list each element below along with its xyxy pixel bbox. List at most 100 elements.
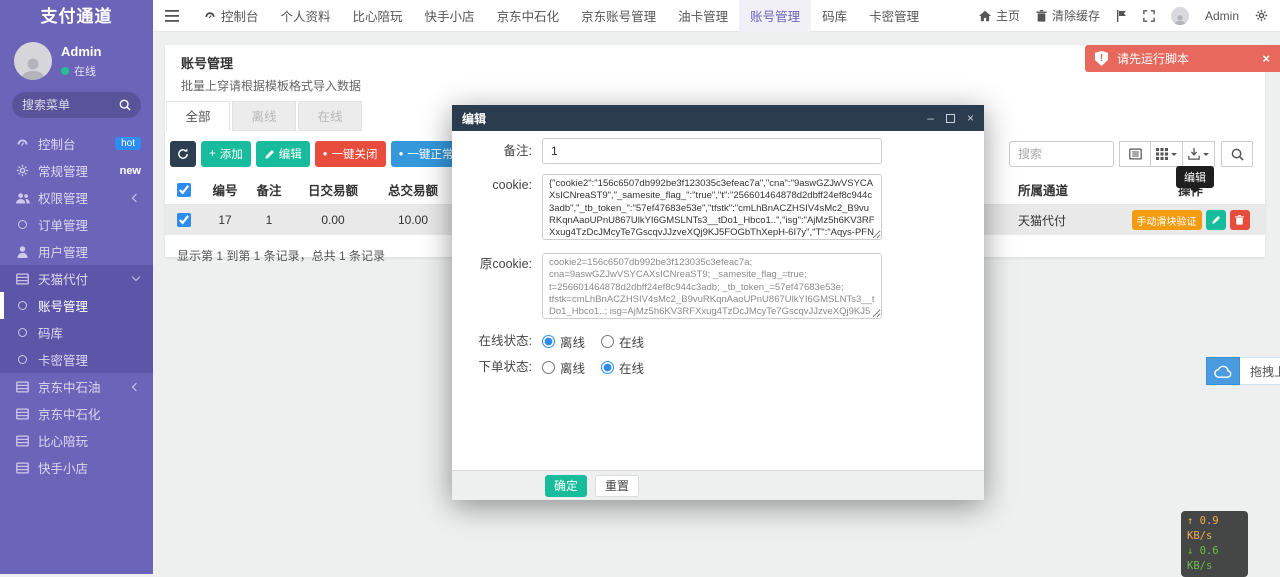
- radio-offline[interactable]: [542, 335, 555, 348]
- export-button[interactable]: [1183, 141, 1215, 167]
- nav-item-fuelcard[interactable]: 油卡管理: [667, 0, 739, 32]
- users-icon: [15, 192, 30, 204]
- window-controls: – ×: [927, 112, 974, 124]
- maximize-icon[interactable]: [946, 114, 955, 123]
- online-status-offline-option[interactable]: 离线: [542, 332, 585, 351]
- nav-item-label: 码库: [822, 6, 847, 25]
- column-header-id[interactable]: 编号: [205, 180, 245, 199]
- nav-item-jd-account[interactable]: 京东账号管理: [570, 0, 667, 32]
- nav-item-cardkey[interactable]: 卡密管理: [858, 0, 930, 32]
- topbar-username[interactable]: Admin: [1205, 9, 1239, 23]
- sidebar-item-jd-sinopec-oil[interactable]: 京东中石油: [0, 373, 153, 400]
- sidebar-item-jd-sinopec[interactable]: 京东中石化: [0, 400, 153, 427]
- nav-item-label: 个人资料: [281, 6, 331, 25]
- pencil-icon: [1211, 215, 1221, 225]
- order-status-online-option[interactable]: 在线: [601, 358, 644, 377]
- sidebar-item-user[interactable]: 用户管理: [0, 238, 153, 265]
- search-button[interactable]: [1221, 141, 1253, 167]
- column-header-note[interactable]: 备注: [245, 180, 293, 199]
- user-icon: [15, 246, 30, 258]
- pagination-toggle-button[interactable]: [1119, 141, 1151, 167]
- search-icon: [119, 99, 131, 111]
- clear-cache-link[interactable]: 清除缓存: [1036, 7, 1100, 24]
- down-arrow-icon: ↓: [1187, 545, 1193, 557]
- sidebar-item-console[interactable]: 控制台 hot: [0, 130, 153, 157]
- column-header-total[interactable]: 总交易额: [373, 180, 453, 199]
- row-checkbox[interactable]: [177, 213, 191, 227]
- reset-button[interactable]: 重置: [595, 475, 639, 497]
- columns-button[interactable]: [1151, 141, 1183, 167]
- tab-offline[interactable]: 离线: [232, 101, 296, 131]
- cookie-label: cookie:: [452, 174, 542, 243]
- online-status-online-option[interactable]: 在线: [601, 332, 644, 351]
- normal-all-button[interactable]: ●一键正常: [391, 141, 462, 167]
- drag-upload-widget[interactable]: 拖拽上传: [1206, 357, 1280, 385]
- home-link[interactable]: 主页: [979, 7, 1020, 24]
- confirm-button[interactable]: 确定: [545, 475, 587, 497]
- refresh-button[interactable]: [170, 141, 196, 167]
- hamburger-menu-icon[interactable]: [165, 10, 179, 22]
- minimize-icon[interactable]: –: [927, 112, 934, 124]
- nav-item-console[interactable]: 控制台: [193, 0, 270, 32]
- fullscreen-icon[interactable]: [1143, 10, 1155, 22]
- add-button[interactable]: +添加: [201, 141, 251, 167]
- table-icon: [15, 381, 30, 393]
- tab-online[interactable]: 在线: [298, 101, 362, 131]
- modal-title: 编辑: [462, 110, 486, 127]
- order-status-offline-option[interactable]: 离线: [542, 358, 585, 377]
- table-search-input[interactable]: [1009, 141, 1114, 167]
- sidebar-search[interactable]: [12, 92, 141, 118]
- select-all-checkbox[interactable]: [177, 183, 191, 197]
- sidebar-item-codebank[interactable]: 码库: [0, 319, 153, 346]
- sidebar-item-label: 比心陪玩: [38, 431, 88, 450]
- topbar-right: 主页 清除缓存 Admin: [979, 7, 1268, 25]
- nav-item-profile[interactable]: 个人资料: [270, 0, 342, 32]
- sidebar-item-kuaishou[interactable]: 快手小店: [0, 454, 153, 481]
- close-icon[interactable]: ×: [967, 112, 974, 124]
- close-icon[interactable]: ×: [1262, 51, 1270, 66]
- nav-item-account[interactable]: 账号管理: [739, 0, 811, 32]
- row-edit-button[interactable]: [1206, 210, 1226, 230]
- sidebar-item-account[interactable]: 账号管理: [0, 292, 153, 319]
- avatar[interactable]: [1171, 7, 1189, 25]
- sidebar-item-general[interactable]: 常规管理 new: [0, 157, 153, 184]
- gear-icon[interactable]: [1255, 9, 1268, 22]
- nav-item-bixin[interactable]: 比心陪玩: [342, 0, 414, 32]
- sidebar-item-bixin[interactable]: 比心陪玩: [0, 427, 153, 454]
- table-view-buttons: [1119, 141, 1215, 167]
- sidebar-search-input[interactable]: [22, 98, 119, 112]
- modal-footer: 确定 重置: [452, 470, 984, 500]
- row-delete-button[interactable]: [1230, 210, 1250, 230]
- sidebar-item-cardkey[interactable]: 卡密管理: [0, 346, 153, 373]
- cell-daily: 0.00: [293, 213, 373, 227]
- manual-slider-verify-button[interactable]: 手动滑块验证: [1132, 210, 1202, 230]
- sidebar-item-label: 京东中石化: [38, 404, 101, 423]
- nav-item-jd-sinopec[interactable]: 京东中石化: [486, 0, 571, 32]
- note-input[interactable]: [542, 138, 882, 164]
- flag-icon[interactable]: [1116, 10, 1127, 22]
- order-status-row: 下单状态: 离线 在线: [452, 358, 984, 376]
- radio-offline[interactable]: [542, 361, 555, 374]
- nav-item-codebank[interactable]: 码库: [811, 0, 858, 32]
- modal-body: 备注: cookie: {"cookie2":"156c6507db992be3…: [452, 131, 984, 376]
- nav-item-label: 快手小店: [425, 6, 475, 25]
- close-all-button[interactable]: ●一键关闭: [315, 141, 386, 167]
- sidebar-item-label: 码库: [38, 323, 63, 342]
- sidebar-item-order[interactable]: 订单管理: [0, 211, 153, 238]
- sidebar-item-tmall-pay[interactable]: 天猫代付: [0, 265, 153, 292]
- radio-online[interactable]: [601, 335, 614, 348]
- sidebar-item-permission[interactable]: 权限管理: [0, 184, 153, 211]
- cookie-textarea[interactable]: {"cookie2":"156c6507db992be3f123035c3efe…: [542, 174, 882, 240]
- nav-item-kuaishou[interactable]: 快手小店: [414, 0, 486, 32]
- radio-online[interactable]: [601, 361, 614, 374]
- home-label: 主页: [996, 7, 1020, 24]
- raw-cookie-textarea[interactable]: cookie2=156c6507db992be3f123035c3efeac7a…: [542, 253, 882, 319]
- tab-all[interactable]: 全部: [166, 101, 230, 131]
- modal-header[interactable]: 编辑 – ×: [452, 105, 984, 131]
- column-header-daily[interactable]: 日交易额: [293, 180, 373, 199]
- clear-cache-label: 清除缓存: [1052, 7, 1100, 24]
- edit-button[interactable]: 编辑: [256, 141, 310, 167]
- table-icon: [15, 408, 30, 420]
- sidebar-menu: 控制台 hot 常规管理 new 权限管理 订单管理 用户管理 天猫代付: [0, 130, 153, 481]
- column-header-channel[interactable]: 所属通道: [1018, 180, 1128, 199]
